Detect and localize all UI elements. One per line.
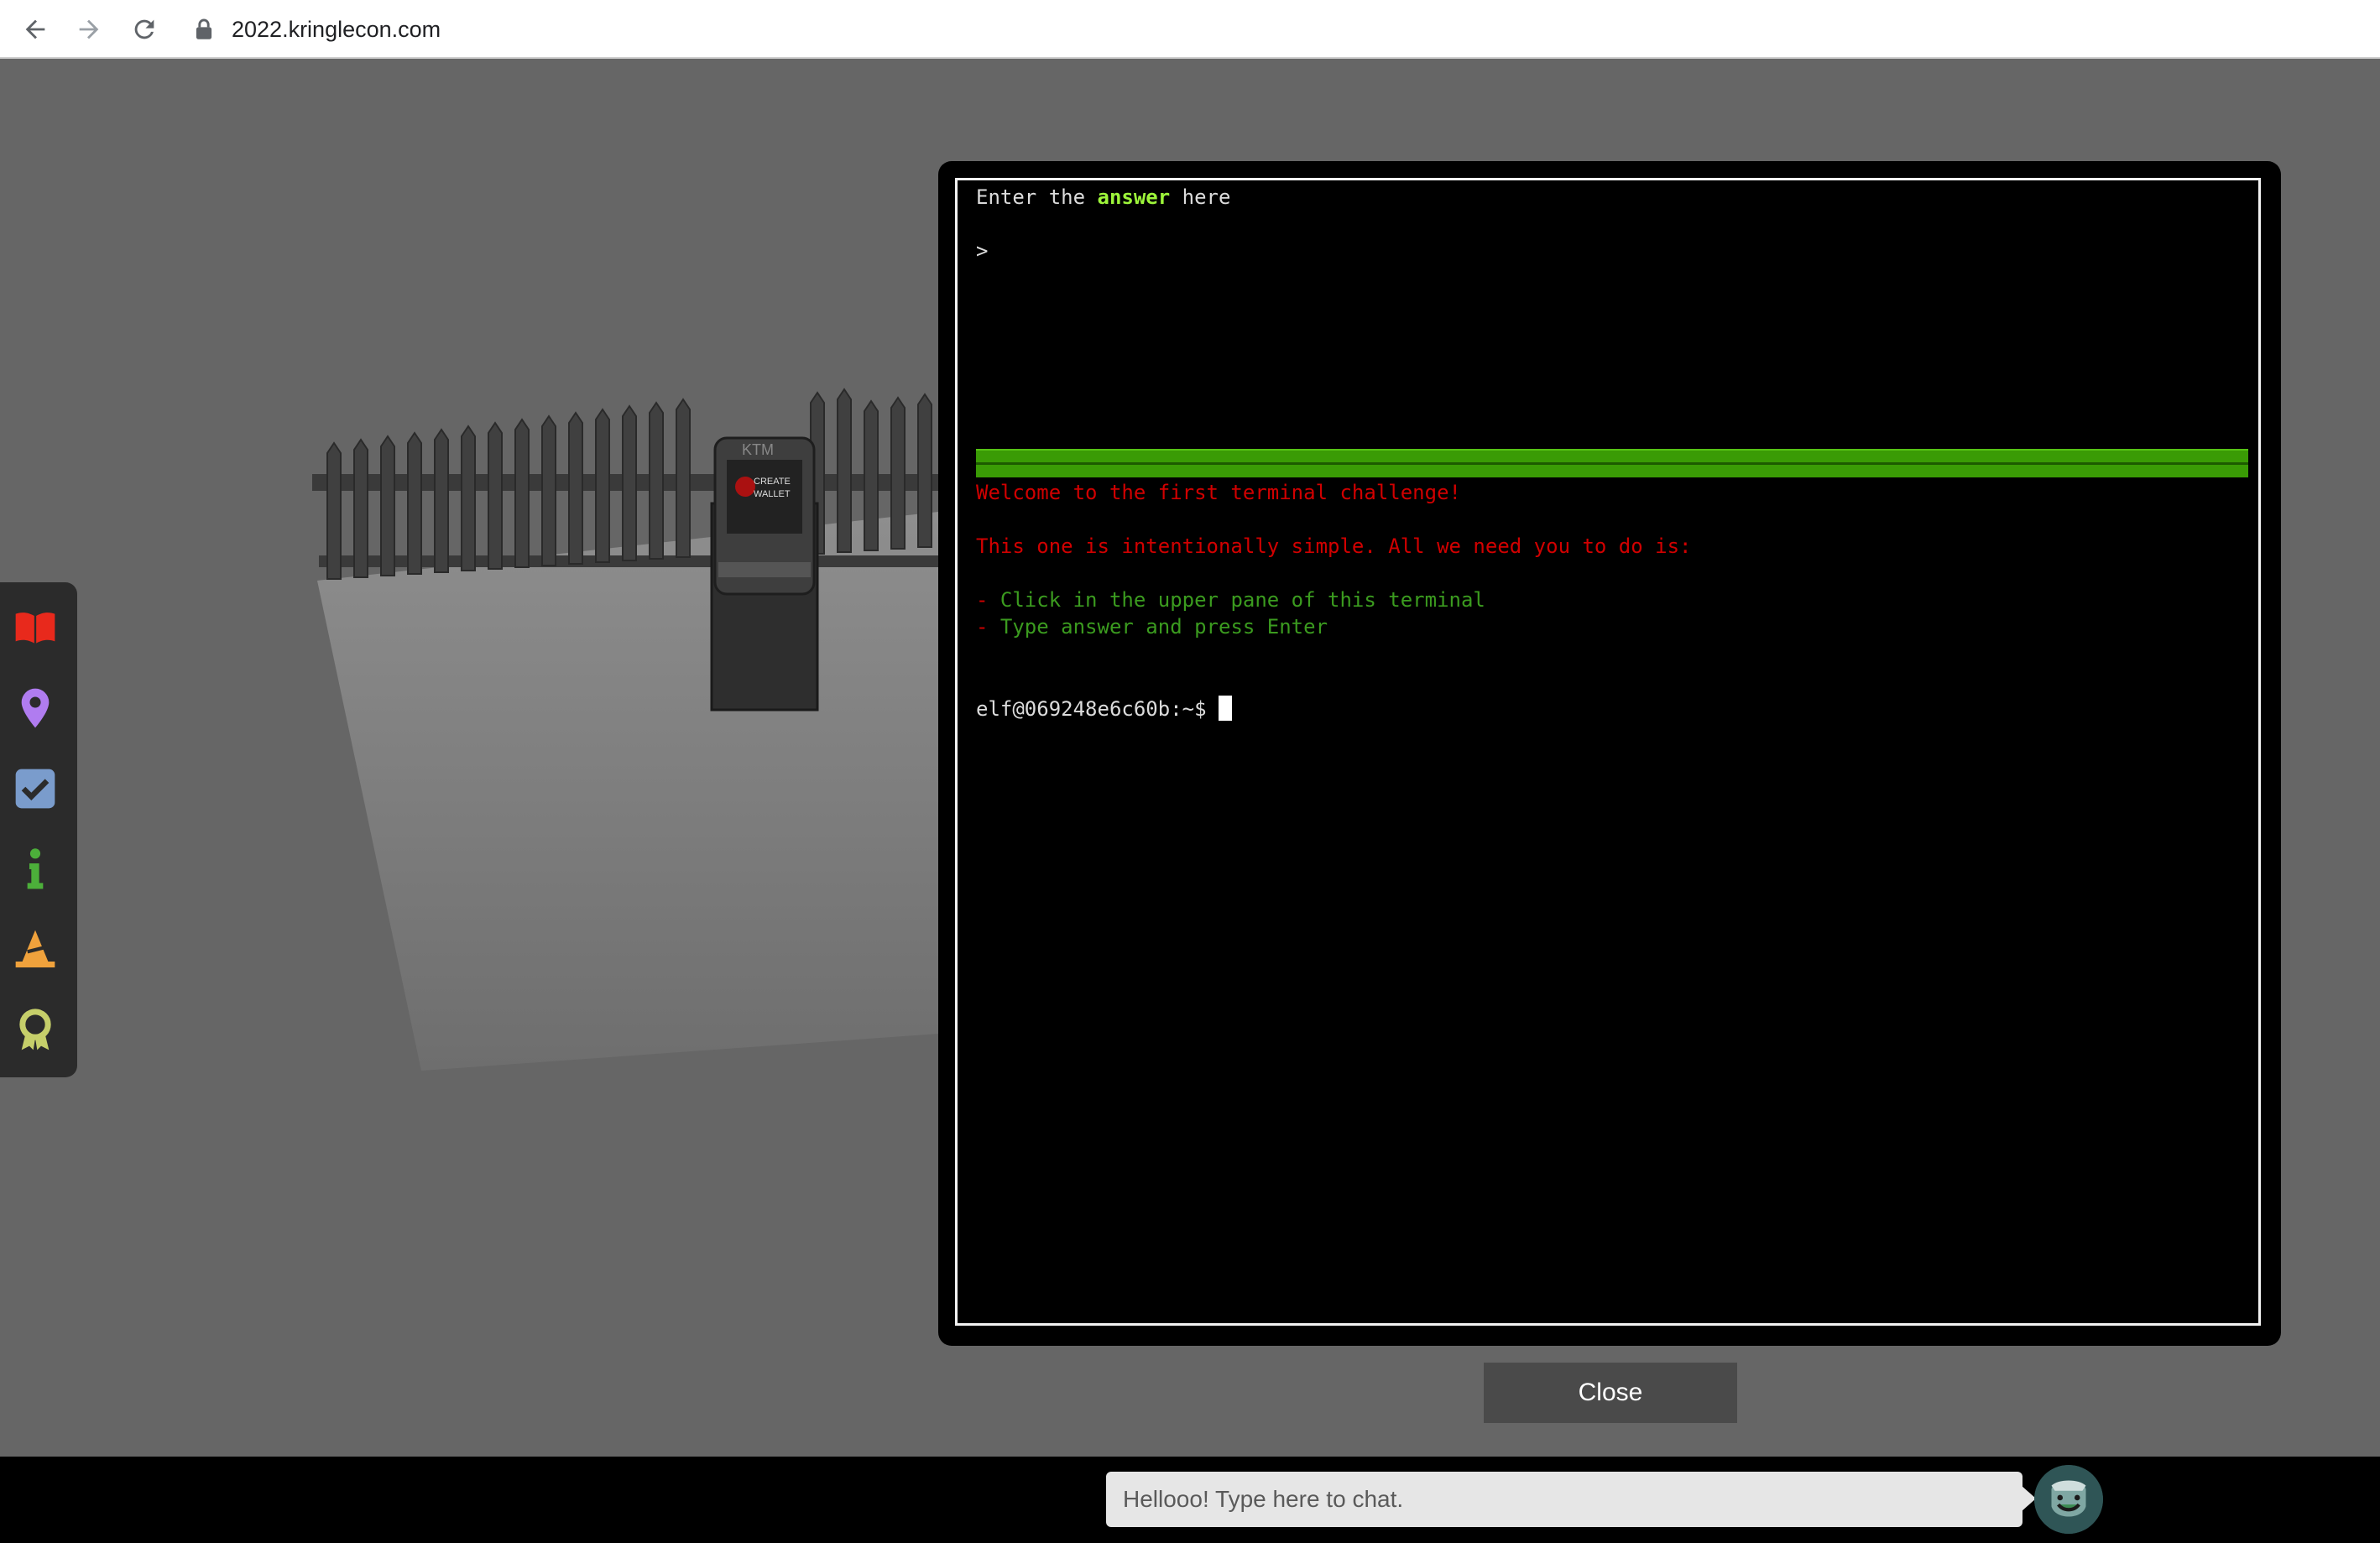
award-ribbon-icon <box>19 1009 51 1050</box>
back-arrow-icon <box>25 19 45 39</box>
wizard-hat-icon <box>15 930 55 967</box>
welcome-text: Welcome to the first terminal challenge! <box>976 481 1461 504</box>
forward-arrow-icon <box>79 19 99 39</box>
step-2: - Type answer and press Enter <box>976 615 1328 639</box>
book-icon <box>15 613 55 644</box>
answer-prompt: Enter the answer here <box>976 185 1230 209</box>
close-button[interactable]: Close <box>1484 1363 1737 1423</box>
side-menu <box>0 582 77 1077</box>
forward-button[interactable] <box>70 11 107 48</box>
chat-input[interactable] <box>1106 1472 2022 1527</box>
prompt-suffix: here <box>1170 185 1231 209</box>
answer-input-line[interactable]: > <box>976 239 988 263</box>
menu-hats[interactable] <box>10 925 60 975</box>
step-1: - Click in the upper pane of this termin… <box>976 588 1485 612</box>
lock-icon <box>196 18 212 39</box>
step-2-text: Type answer and press Enter <box>988 615 1328 639</box>
map-pin-icon <box>21 688 50 728</box>
menu-objectives[interactable] <box>10 764 60 814</box>
back-button[interactable] <box>17 11 54 48</box>
step-1-text: Click in the upper pane of this terminal <box>988 588 1485 612</box>
menu-info[interactable] <box>10 844 60 894</box>
kiosk-brand: KTM <box>742 441 774 458</box>
kiosk-label-1: CREATE <box>754 477 791 487</box>
reload-icon <box>134 19 154 39</box>
intro-text: This one is intentionally simple. All we… <box>976 534 1692 558</box>
fence <box>326 388 932 580</box>
kiosk-label-2: WALLET <box>754 489 791 499</box>
prompt-keyword: answer <box>1097 185 1171 209</box>
address-bar[interactable]: 2022.kringlecon.com <box>195 8 1202 50</box>
checkbox-icon <box>15 769 55 809</box>
terminal-window: Enter the answer here > Welcome to the f… <box>938 161 2281 1346</box>
menu-badge[interactable] <box>10 602 60 653</box>
step-2-dash: - <box>976 615 989 639</box>
elf-face-icon <box>2034 1465 2103 1534</box>
shell-prompt: elf@069248e6c60b:~$ <box>976 697 1219 721</box>
chat-bar <box>0 1457 2380 1543</box>
url-text: 2022.kringlecon.com <box>232 16 441 42</box>
prompt-prefix: Enter the <box>976 185 1098 209</box>
terminal-screen[interactable]: Enter the answer here > Welcome to the f… <box>955 178 2261 1326</box>
snow-floor <box>317 512 938 1071</box>
pane-divider[interactable] <box>976 449 2248 477</box>
menu-achievements[interactable] <box>10 1005 60 1056</box>
menu-map[interactable] <box>10 683 60 733</box>
terminal-cursor <box>1218 696 1232 721</box>
browser-toolbar: 2022.kringlecon.com <box>0 0 2380 59</box>
reload-button[interactable] <box>126 11 163 48</box>
elf-avatar[interactable] <box>2034 1465 2103 1534</box>
step-1-dash: - <box>976 588 989 612</box>
info-icon <box>27 848 44 889</box>
shell-prompt-line[interactable]: elf@069248e6c60b:~$ <box>976 696 1232 721</box>
